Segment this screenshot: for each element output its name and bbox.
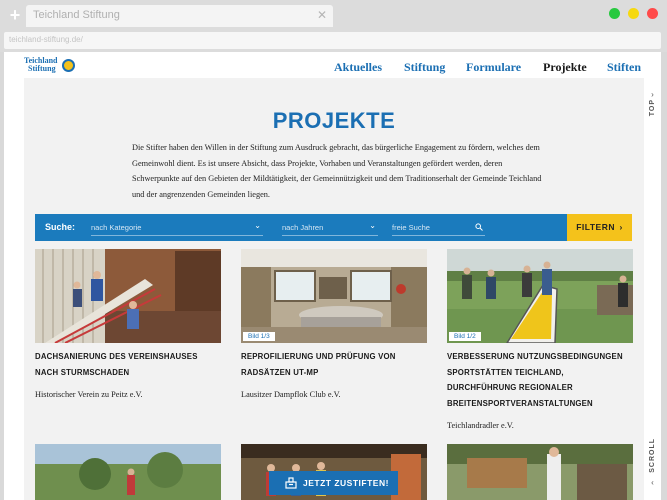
nav-item-aktuelles[interactable]: Aktuelles bbox=[334, 60, 382, 75]
year-placeholder: nach Jahren bbox=[282, 223, 324, 232]
project-image[interactable]: Bild 1/2 bbox=[447, 249, 633, 343]
free-search-input[interactable]: freie Suche bbox=[392, 219, 485, 236]
page-title: PROJEKTE bbox=[272, 108, 396, 133]
main-content: PROJEKTE Die Stifter haben den Willen in… bbox=[24, 78, 644, 500]
arrow-down-icon: ‹ bbox=[651, 477, 654, 487]
chevron-right-icon: › bbox=[619, 222, 623, 232]
donation-box-icon bbox=[285, 477, 297, 489]
tab-close-icon[interactable]: ✕ bbox=[317, 8, 327, 22]
search-label: Suche: bbox=[45, 222, 76, 232]
nav-item-formulare[interactable]: Formulare bbox=[466, 60, 521, 75]
project-card-image-partial[interactable] bbox=[35, 444, 221, 500]
project-title[interactable]: REPROFILIERUNG UND PRÜFUNG VON RADSÄTZEN… bbox=[241, 349, 427, 380]
filter-button-label: FILTERN bbox=[576, 222, 615, 232]
nav-item-stiftung[interactable]: Stiftung bbox=[404, 60, 445, 75]
site-header: Teichland Stiftung Aktuelles Stiftung Fo… bbox=[4, 52, 661, 78]
category-select[interactable]: nach Kategorie ⌄ bbox=[91, 219, 263, 236]
side-rail: › TOP SCROLL ‹ bbox=[644, 78, 661, 500]
project-card-image-partial[interactable] bbox=[447, 444, 633, 500]
chevron-down-icon: ⌄ bbox=[369, 221, 376, 230]
project-title[interactable]: VERBESSERUNG NUTZUNGSBEDINGUNGEN SPORTST… bbox=[447, 349, 633, 411]
project-image[interactable] bbox=[35, 249, 221, 343]
close-window-button[interactable] bbox=[647, 8, 658, 19]
project-organization: Teichlandradler e.V. bbox=[447, 421, 514, 430]
intro-text: Die Stifter haben den Willen in der Stif… bbox=[132, 143, 542, 199]
new-tab-icon[interactable]: + bbox=[6, 6, 24, 24]
image-count-badge: Bild 1/2 bbox=[449, 332, 481, 341]
scroll-indicator[interactable]: SCROLL ‹ bbox=[646, 438, 659, 487]
donate-button[interactable]: JETZT ZUSTIFTEN! bbox=[269, 471, 398, 495]
logo[interactable]: Teichland Stiftung bbox=[24, 57, 76, 75]
address-text: teichland-stiftung.de/ bbox=[9, 35, 83, 44]
minimize-window-button[interactable] bbox=[628, 8, 639, 19]
website: Teichland Stiftung Aktuelles Stiftung Fo… bbox=[4, 52, 661, 500]
image-count-badge: Bild 1/3 bbox=[243, 332, 275, 341]
logo-sun-icon bbox=[62, 59, 75, 72]
search-bar: Suche: nach Kategorie ⌄ nach Jahren ⌄ fr… bbox=[35, 214, 567, 241]
nav-item-stiften[interactable]: Stiften bbox=[607, 60, 641, 75]
year-select[interactable]: nach Jahren ⌄ bbox=[282, 219, 378, 236]
maximize-window-button[interactable] bbox=[609, 8, 620, 19]
category-placeholder: nach Kategorie bbox=[91, 223, 142, 232]
browser-tab[interactable]: Teichland Stiftung ✕ bbox=[26, 5, 333, 27]
donate-button-label: JETZT ZUSTIFTEN! bbox=[303, 478, 389, 488]
scroll-label: SCROLL bbox=[649, 438, 656, 473]
top-label: TOP bbox=[649, 99, 656, 117]
project-image[interactable]: Bild 1/3 bbox=[241, 249, 427, 343]
back-to-top-button[interactable]: › TOP bbox=[646, 90, 659, 121]
project-title[interactable]: DACHSANIERUNG DES VEREINSHAUSES NACH STU… bbox=[35, 349, 221, 380]
free-search-placeholder: freie Suche bbox=[392, 223, 430, 232]
search-icon[interactable] bbox=[475, 223, 483, 231]
chevron-down-icon: ⌄ bbox=[254, 221, 261, 230]
project-card[interactable]: DACHSANIERUNG DES VEREINSHAUSES NACH STU… bbox=[35, 249, 221, 399]
project-card[interactable]: Bild 1/2 VERBESSERUNG NUTZUNGSBEDINGUNGE… bbox=[447, 249, 633, 430]
address-bar[interactable]: teichland-stiftung.de/ bbox=[4, 32, 661, 49]
project-card[interactable]: Bild 1/3 REPROFILIERUNG UND PRÜFUNG VON … bbox=[241, 249, 427, 399]
nav-item-projekte[interactable]: Projekte bbox=[541, 60, 589, 76]
arrow-up-icon: › bbox=[651, 90, 654, 99]
project-organization: Historischer Verein zu Peitz e.V. bbox=[35, 390, 143, 399]
browser-chrome: + Teichland Stiftung ✕ teichland-stiftun… bbox=[0, 0, 667, 52]
tab-title: Teichland Stiftung bbox=[33, 9, 120, 21]
filter-button[interactable]: FILTERN › bbox=[567, 214, 632, 241]
project-organization: Lausitzer Dampflok Club e.V. bbox=[241, 390, 341, 399]
